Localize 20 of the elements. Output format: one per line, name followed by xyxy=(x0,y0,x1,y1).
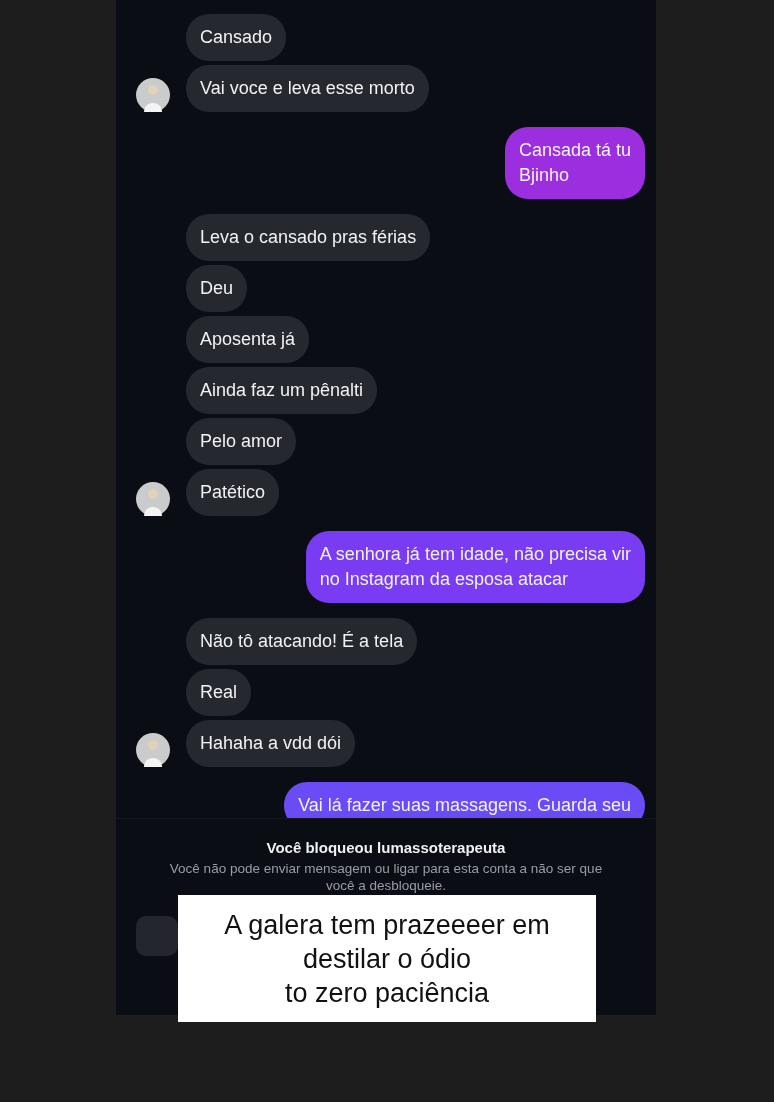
message-bubble: Vai voce e leva esse morto xyxy=(186,65,429,112)
blocked-message: Você não pode enviar mensagem ou ligar para esta conta a não ser que você a desbloqueie. xyxy=(168,860,604,894)
message-bubble: Ainda faz um pênalti xyxy=(186,367,378,414)
caption-text: to zero paciência xyxy=(284,976,490,1010)
message-bubble: Cansado xyxy=(186,14,287,61)
message-bubble: Hahaha a vdd dói xyxy=(186,720,356,767)
message-bubble: Vai lá fazer suas massagens. Guarda seu xyxy=(284,782,645,818)
blocked-title: Você bloqueou lumassoterapeuta xyxy=(266,839,506,856)
caption-text: destilar o ódio xyxy=(302,942,472,976)
message-bubble: Patético xyxy=(186,469,280,516)
message-bubble: A senhora já tem idade, não precisa vir no Instagram da esposa atacar xyxy=(305,531,645,603)
unblock-button[interactable] xyxy=(136,916,178,956)
message-bubble: Deu xyxy=(186,265,248,312)
message-bubble: Não tô atacando! É a tela xyxy=(186,618,418,665)
message-bubble: Cansada tá tu Bjinho xyxy=(504,127,645,199)
message-bubble: Aposenta já xyxy=(186,316,310,363)
message-bubble: Real xyxy=(186,669,252,716)
message-bubble: Pelo amor xyxy=(186,418,297,465)
message-bubble: Leva o cansado pras férias xyxy=(186,214,431,261)
caption-text: A galera tem prazeeeer em xyxy=(224,908,550,942)
